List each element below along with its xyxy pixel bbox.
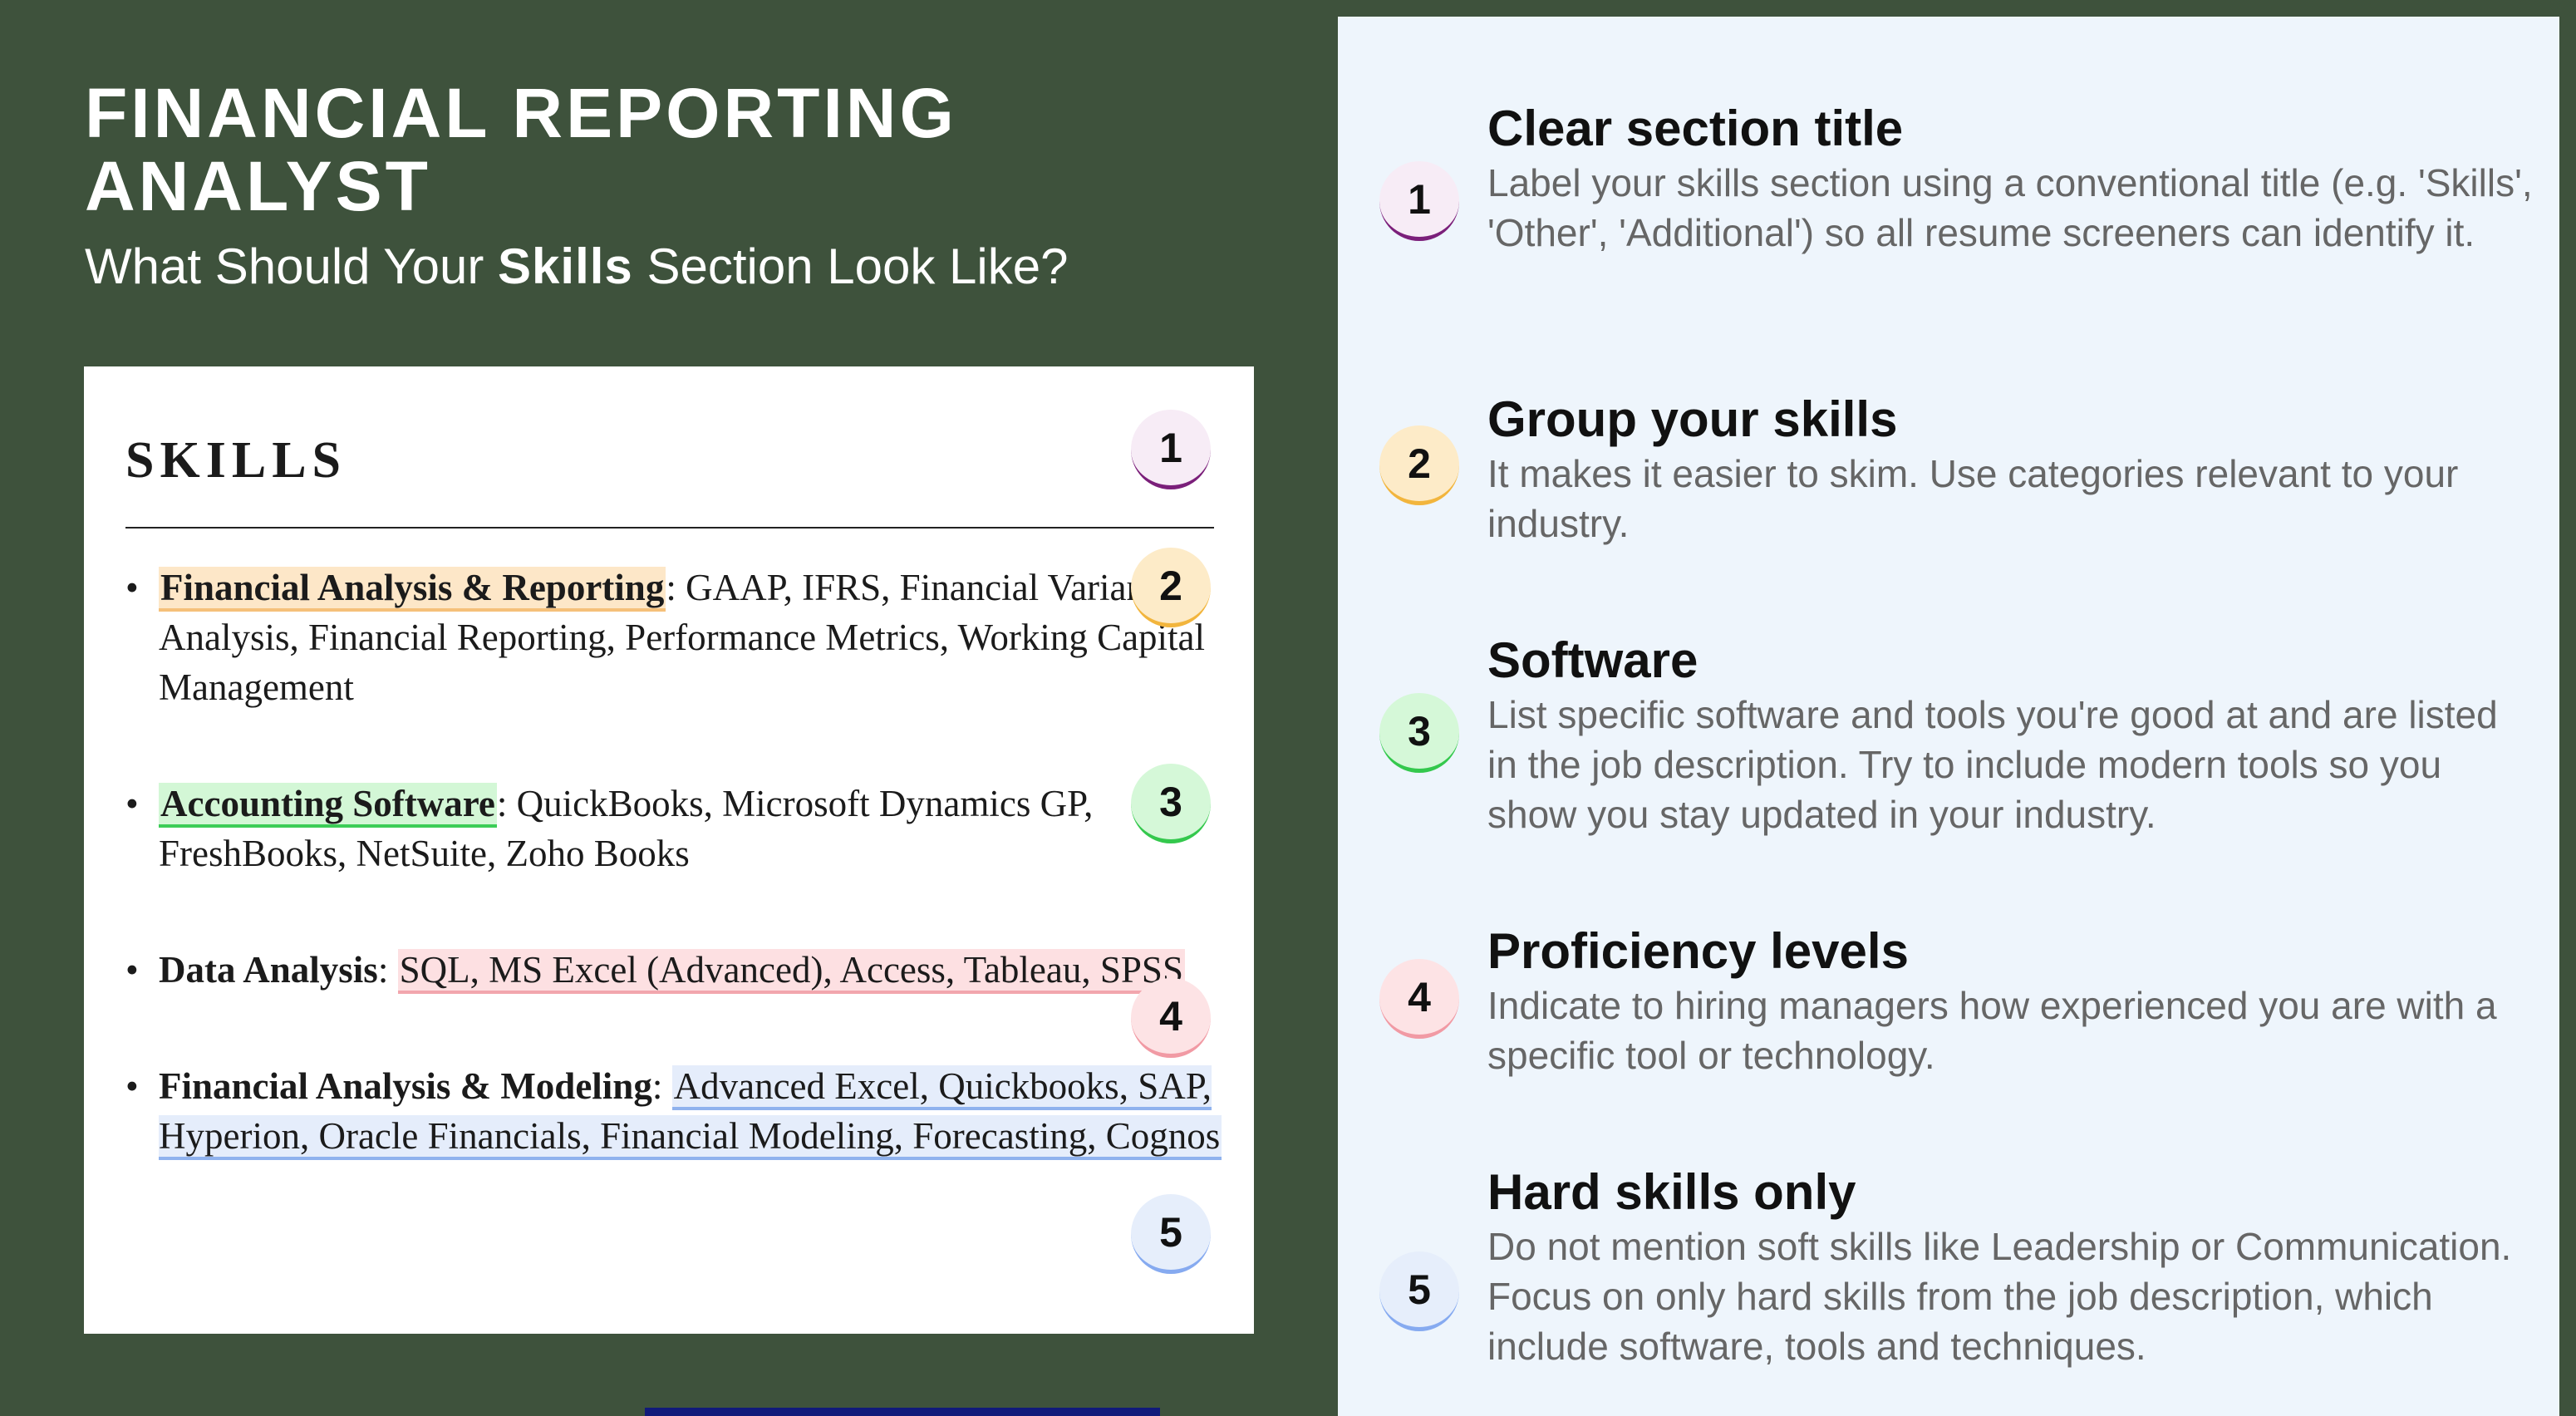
number-badge-5: 5 — [1131, 1194, 1211, 1274]
tip-description: It makes it easier to skim. Use categori… — [1487, 452, 2459, 545]
heading-divider — [125, 527, 1214, 529]
tip-number-2: 2 — [1379, 425, 1459, 505]
skill-group-1: Financial Analysis & Reporting: GAAP, IF… — [125, 563, 1239, 712]
number-badge-1: 1 — [1131, 410, 1211, 489]
subtitle-end: Section Look Like? — [632, 238, 1069, 294]
tip-3: Software List specific software and tool… — [1487, 632, 2534, 839]
tips-panel: 1 Clear section title Label your skills … — [1338, 17, 2559, 1416]
tip-2: Group your skills It makes it easier to … — [1487, 391, 2534, 548]
page-title: FINANCIAL REPORTING ANALYST — [85, 74, 957, 225]
subtitle-emphasis: Skills — [498, 238, 633, 294]
skill-category: Financial Analysis & Reporting — [159, 567, 666, 612]
skill-group-2: Accounting Software: QuickBooks, Microso… — [125, 779, 1239, 878]
tip-description: List specific software and tools you're … — [1487, 693, 2498, 836]
footer-bar — [645, 1408, 1160, 1416]
page-subtitle: What Should Your Skills Section Look Lik… — [85, 238, 1069, 296]
skill-category: Accounting Software — [159, 783, 497, 828]
tip-number-1: 1 — [1379, 161, 1459, 241]
tip-title: Hard skills only — [1487, 1164, 1856, 1220]
skill-category: Data Analysis — [159, 949, 378, 991]
tip-number-3: 3 — [1379, 693, 1459, 773]
skill-group-3: Data Analysis: SQL, MS Excel (Advanced),… — [125, 945, 1239, 995]
resume-skills-card: SKILLS Financial Analysis & Reporting: G… — [84, 366, 1254, 1334]
skill-items: SQL, MS Excel (Advanced), Access, Tablea… — [397, 949, 1185, 994]
skill-separator: : — [651, 1065, 672, 1107]
tip-title: Clear section title — [1487, 101, 1904, 156]
skill-group-4: Financial Analysis & Modeling: Advanced … — [125, 1061, 1239, 1161]
tip-title: Proficiency levels — [1487, 923, 1909, 979]
tip-number-5: 5 — [1379, 1251, 1459, 1331]
skills-heading: SKILLS — [125, 432, 347, 489]
number-badge-4: 4 — [1131, 978, 1211, 1058]
skill-category: Financial Analysis & Modeling — [159, 1065, 652, 1107]
skills-list: Financial Analysis & Reporting: GAAP, IF… — [125, 563, 1239, 1227]
tip-description: Indicate to hiring managers how experien… — [1487, 984, 2497, 1077]
tip-5: Hard skills only Do not mention soft ski… — [1487, 1163, 2534, 1371]
tip-number-4: 4 — [1379, 959, 1459, 1039]
skill-separator: : — [377, 949, 398, 991]
tip-1: Clear section title Label your skills se… — [1487, 100, 2534, 258]
tip-description: Do not mention soft skills like Leadersh… — [1487, 1225, 2512, 1368]
subtitle-start: What Should Your — [85, 238, 499, 294]
number-badge-3: 3 — [1131, 764, 1211, 843]
tip-title: Software — [1487, 632, 1698, 688]
tip-description: Label your skills section using a conven… — [1487, 161, 2533, 254]
tip-title: Group your skills — [1487, 391, 1898, 447]
tip-4: Proficiency levels Indicate to hiring ma… — [1487, 922, 2534, 1080]
number-badge-2: 2 — [1131, 548, 1211, 627]
